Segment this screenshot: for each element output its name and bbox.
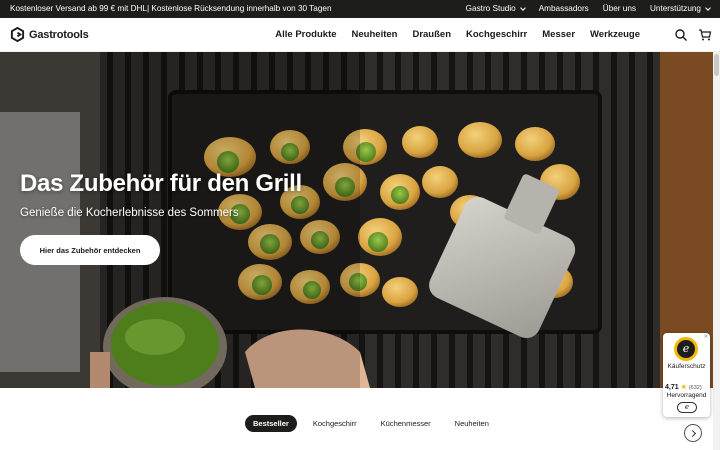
hero-image bbox=[0, 52, 713, 388]
trust-rating: 4,71 ★ (632) bbox=[665, 383, 702, 391]
trust-grade: Hervorragend bbox=[666, 392, 707, 399]
tab-new[interactable]: Neuheiten bbox=[447, 415, 497, 432]
carousel-next-button[interactable] bbox=[684, 424, 702, 442]
trust-label: Käuferschutz bbox=[667, 363, 706, 370]
page-scrollbar-thumb[interactable] bbox=[714, 54, 719, 76]
logo-text: Gastrotools bbox=[29, 28, 89, 41]
main-nav: Alle Produkte Neuheiten Draußen Kochgesc… bbox=[275, 29, 640, 40]
nav-cookware[interactable]: Kochgeschirr bbox=[466, 29, 527, 40]
top-link-support[interactable]: Unterstützung bbox=[650, 4, 711, 13]
trust-seal-icon: e bbox=[674, 337, 698, 361]
logo[interactable]: Gastrotools bbox=[10, 27, 89, 42]
page-scrollbar[interactable] bbox=[713, 52, 720, 450]
top-link-ambassadors[interactable]: Ambassadors bbox=[539, 4, 589, 13]
promo-text: Kostenloser Versand ab 99 € mit DHL| Kos… bbox=[10, 4, 332, 13]
nav-all-products[interactable]: Alle Produkte bbox=[275, 29, 336, 40]
tab-kitchen-knives[interactable]: Küchenmesser bbox=[373, 415, 439, 432]
top-links: Gastro Studio Ambassadors Über uns Unter… bbox=[466, 4, 711, 13]
site-header: Gastrotools Alle Produkte Neuheiten Drau… bbox=[0, 18, 720, 52]
chevron-down-icon bbox=[519, 4, 526, 11]
trust-score: 4,71 bbox=[665, 384, 679, 391]
promo-bar: Kostenloser Versand ab 99 € mit DHL| Kos… bbox=[0, 0, 720, 18]
nav-new[interactable]: Neuheiten bbox=[352, 29, 398, 40]
top-link-gastro-studio[interactable]: Gastro Studio bbox=[466, 4, 526, 13]
close-icon[interactable]: ✕ bbox=[704, 334, 708, 340]
hero-banner: Das Zubehör für den Grill Genieße die Ko… bbox=[0, 52, 713, 388]
tab-bestseller[interactable]: Bestseller bbox=[245, 415, 297, 432]
star-icon: ★ bbox=[680, 384, 687, 391]
cart-icon[interactable] bbox=[698, 28, 712, 42]
nav-tools[interactable]: Werkzeuge bbox=[590, 29, 640, 40]
search-icon[interactable] bbox=[674, 28, 688, 42]
hero-subtitle: Genieße die Kocherlebnisse des Sommers bbox=[20, 207, 239, 219]
trust-seal-letter: e bbox=[677, 340, 695, 358]
nav-outdoor[interactable]: Draußen bbox=[412, 29, 451, 40]
top-link-about[interactable]: Über uns bbox=[603, 4, 636, 13]
chevron-down-icon bbox=[705, 4, 711, 11]
logo-icon bbox=[10, 27, 25, 42]
tab-cookware[interactable]: Kochgeschirr bbox=[305, 415, 365, 432]
trust-badge-widget[interactable]: ✕ e Käuferschutz 4,71 ★ (632) Hervorrage… bbox=[663, 333, 710, 417]
hero-cta-button[interactable]: Hier das Zubehör entdecken bbox=[20, 235, 160, 265]
trust-mini-seal: e bbox=[677, 402, 697, 413]
trust-review-count: (632) bbox=[688, 385, 702, 391]
product-tabs: Bestseller Kochgeschirr Küchenmesser Neu… bbox=[245, 415, 497, 432]
nav-knives[interactable]: Messer bbox=[542, 29, 575, 40]
hero-title: Das Zubehör für den Grill bbox=[20, 170, 302, 197]
